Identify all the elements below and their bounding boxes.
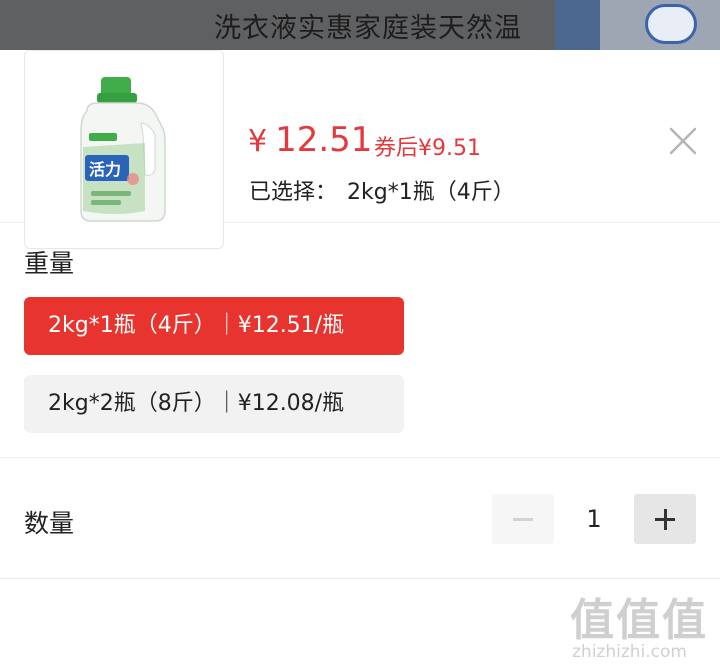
selected-spec-value: 2kg*1瓶（4斤）: [347, 180, 515, 205]
background-banner-decoration: [645, 4, 697, 44]
divider: [0, 578, 720, 579]
divider: [0, 457, 720, 458]
quantity-label: 数量: [24, 509, 75, 538]
weight-option-2kg-1-bottle[interactable]: 2kg*1瓶（4斤）｜¥12.51/瓶: [24, 297, 404, 355]
currency-symbol: ¥: [248, 124, 268, 159]
price-value: 12.51: [275, 120, 373, 160]
quantity-increase-button[interactable]: [634, 494, 696, 544]
selected-spec-label: 已选择：: [249, 180, 338, 205]
background-page: 洗衣液实惠家庭装天然温: [0, 0, 720, 50]
background-product-title: 洗衣液实惠家庭装天然温: [214, 13, 522, 44]
close-button[interactable]: [666, 124, 700, 158]
selected-spec: 已选择： 2kg*1瓶（4斤）: [249, 174, 515, 206]
background-banner-decoration: [555, 0, 600, 50]
close-icon: [669, 127, 697, 155]
product-thumbnail: 活力: [24, 50, 224, 249]
minus-icon: [513, 518, 533, 521]
product-price: ¥12.51: [248, 120, 372, 160]
watermark-url: zhizhizhi.com: [572, 642, 687, 662]
quantity-decrease-button[interactable]: [492, 494, 554, 544]
weight-option-2kg-2-bottles[interactable]: 2kg*2瓶（8斤）｜¥12.08/瓶: [24, 375, 404, 433]
laundry-detergent-bottle-icon: 活力: [80, 77, 166, 222]
sku-selection-sheet: 活力 ¥12.51 券后¥9.51 已选择： 2kg*1瓶（4斤） 重量 2kg*…: [0, 50, 720, 670]
watermark-logo: 值值值: [570, 595, 708, 646]
svg-text:活力: 活力: [89, 160, 121, 179]
watermark: 值值值 zhizhizhi.com: [566, 580, 716, 670]
coupon-price: 券后¥9.51: [374, 136, 481, 161]
quantity-value[interactable]: 1: [554, 494, 634, 544]
plus-icon: [664, 509, 667, 530]
